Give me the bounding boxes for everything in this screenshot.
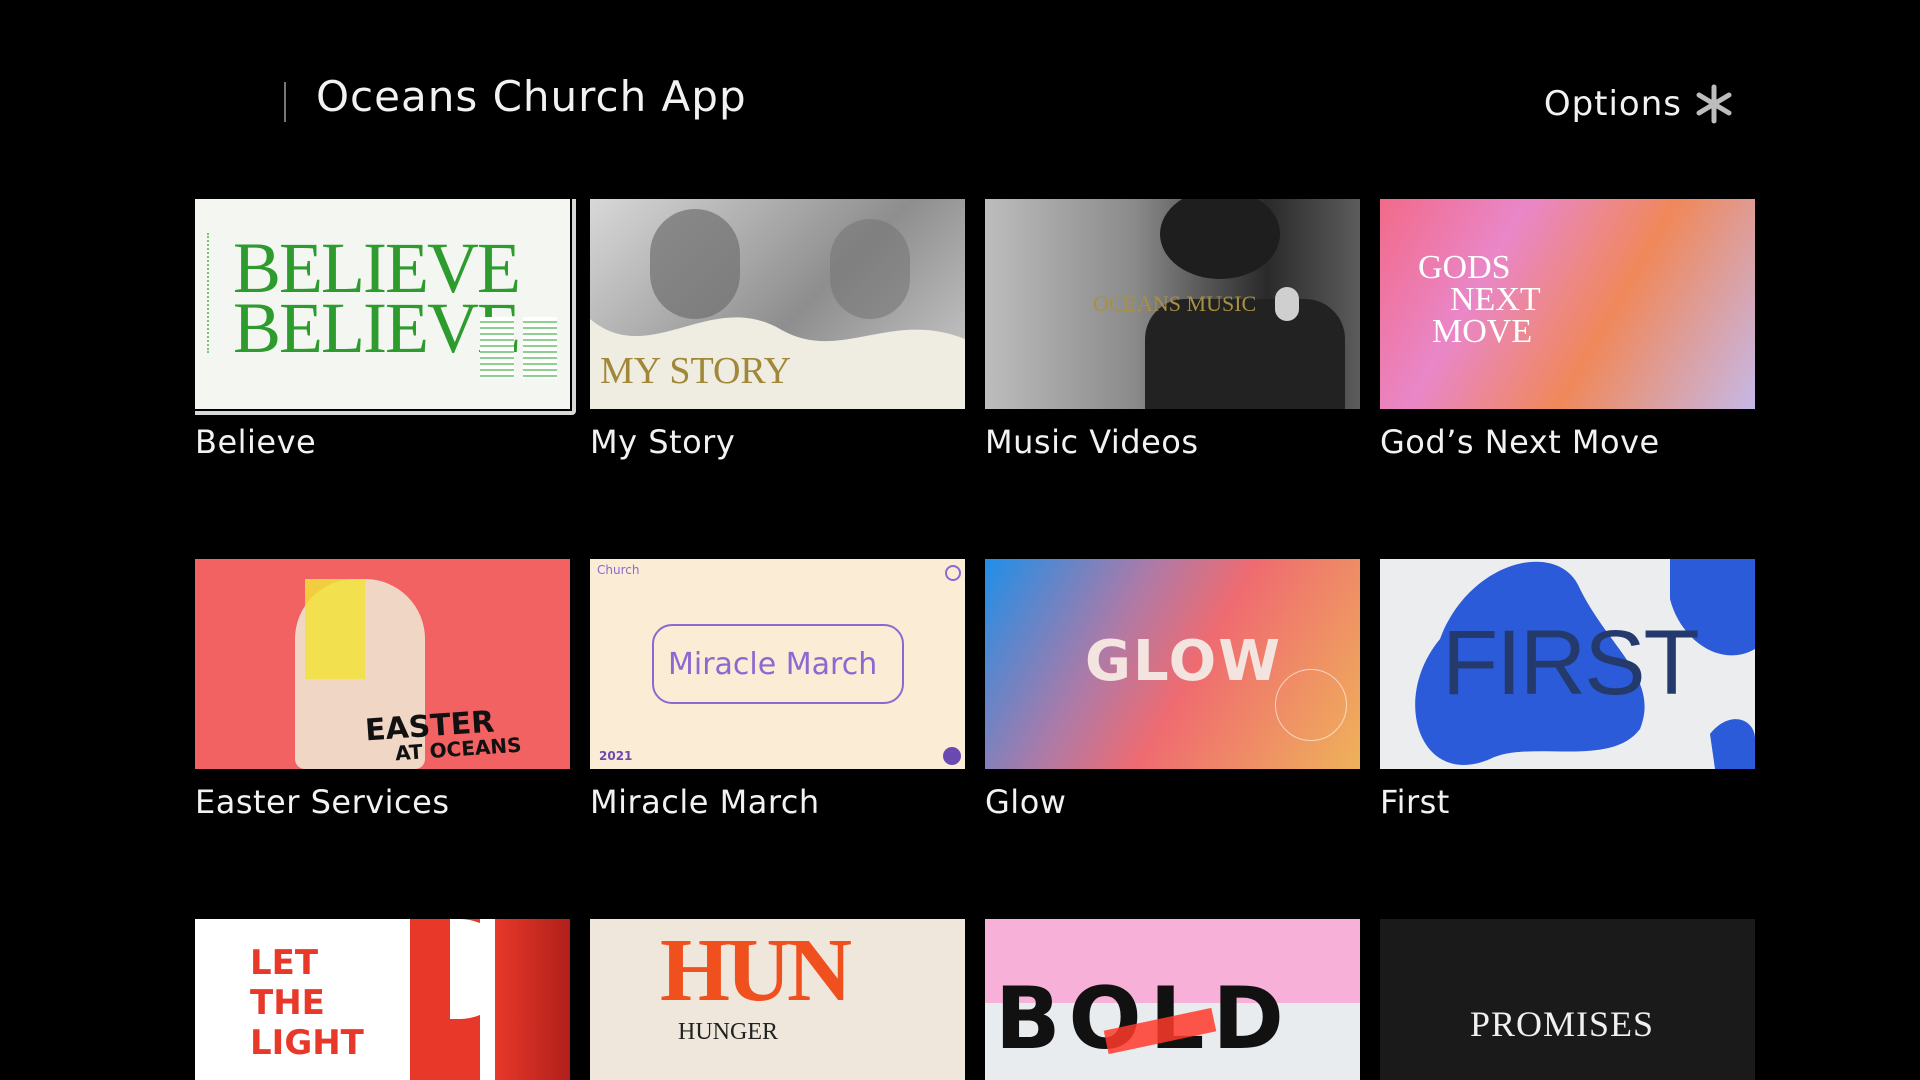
tile-label: My Story bbox=[590, 423, 736, 461]
asterisk-icon bbox=[1696, 84, 1732, 124]
thumbnail: FIRST bbox=[1380, 559, 1755, 769]
tile-hunger[interactable]: HUN HUNGER bbox=[590, 919, 965, 1080]
thumbnail: GODS NEXT MOVE bbox=[1380, 199, 1755, 409]
thumb-title-2: BELIEVE bbox=[233, 288, 521, 368]
tile-music-videos[interactable]: OCEANS MUSIC Music Videos bbox=[985, 199, 1360, 461]
thumbnail: MY STORY bbox=[590, 199, 965, 409]
thumb-title-3: MOVE bbox=[1432, 313, 1533, 350]
thumbnail: HUN HUNGER bbox=[590, 919, 965, 1080]
thumb-title: MY STORY bbox=[600, 350, 792, 392]
tile-promises[interactable]: PROMISES bbox=[1380, 919, 1755, 1080]
thumbnail: Church Miracle March 2021 bbox=[590, 559, 965, 769]
thumb-title: GLOW bbox=[1085, 629, 1283, 694]
tile-label: Easter Services bbox=[195, 783, 450, 821]
tile-easter-services[interactable]: EASTER AT OCEANS Easter Services bbox=[195, 559, 570, 821]
thumb-title-2: THE bbox=[250, 983, 325, 1023]
thumbnail: BELIEVE BELIEVE bbox=[195, 199, 570, 409]
tile-label: God’s Next Move bbox=[1380, 423, 1660, 461]
options-label: Options bbox=[1543, 84, 1682, 124]
tile-let-the-light[interactable]: LET THE LIGHT bbox=[195, 919, 570, 1080]
page-title: Oceans Church App bbox=[316, 72, 747, 121]
tile-miracle-march[interactable]: Church Miracle March 2021 Miracle March bbox=[590, 559, 965, 821]
thumb-brand: Church bbox=[597, 563, 640, 577]
tile-label: Glow bbox=[985, 783, 1067, 821]
thumb-title: HUN bbox=[660, 921, 852, 1020]
thumb-title: LET bbox=[250, 943, 319, 983]
content-grid: BELIEVE BELIEVE Believe MY STORY My Stor… bbox=[195, 199, 1755, 1080]
tile-label: Music Videos bbox=[985, 423, 1199, 461]
tile-label: Believe bbox=[195, 423, 317, 461]
thumbnail: EASTER AT OCEANS bbox=[195, 559, 570, 769]
thumb-title: PROMISES bbox=[1470, 1004, 1655, 1044]
options-button[interactable]: Options bbox=[1544, 84, 1734, 124]
thumbnail: PROMISES bbox=[1380, 919, 1755, 1080]
tile-my-story[interactable]: MY STORY My Story bbox=[590, 199, 965, 461]
thumb-title: FIRST bbox=[1442, 612, 1700, 714]
tile-label: First bbox=[1380, 783, 1450, 821]
thumb-year: 2021 bbox=[599, 749, 633, 763]
header-divider bbox=[284, 82, 286, 122]
tile-bold[interactable]: BOLD bbox=[985, 919, 1360, 1080]
thumbnail: GLOW bbox=[985, 559, 1360, 769]
thumb-subtitle: HUNGER bbox=[674, 1019, 782, 1046]
thumb-title: BOLD bbox=[995, 969, 1292, 1069]
tile-label: Miracle March bbox=[590, 783, 820, 821]
thumb-title-3: LIGHT bbox=[250, 1023, 364, 1063]
tile-glow[interactable]: GLOW Glow bbox=[985, 559, 1360, 821]
thumbnail: LET THE LIGHT bbox=[195, 919, 570, 1080]
thumbnail: OCEANS MUSIC bbox=[985, 199, 1360, 409]
thumb-title: OCEANS MUSIC bbox=[1093, 291, 1257, 316]
thumb-title: Miracle March bbox=[668, 647, 878, 682]
tile-gods-next-move[interactable]: GODS NEXT MOVE God’s Next Move bbox=[1380, 199, 1755, 461]
tile-first[interactable]: FIRST First bbox=[1380, 559, 1755, 821]
thumbnail: BOLD bbox=[985, 919, 1360, 1080]
tile-believe[interactable]: BELIEVE BELIEVE Believe bbox=[195, 199, 576, 461]
